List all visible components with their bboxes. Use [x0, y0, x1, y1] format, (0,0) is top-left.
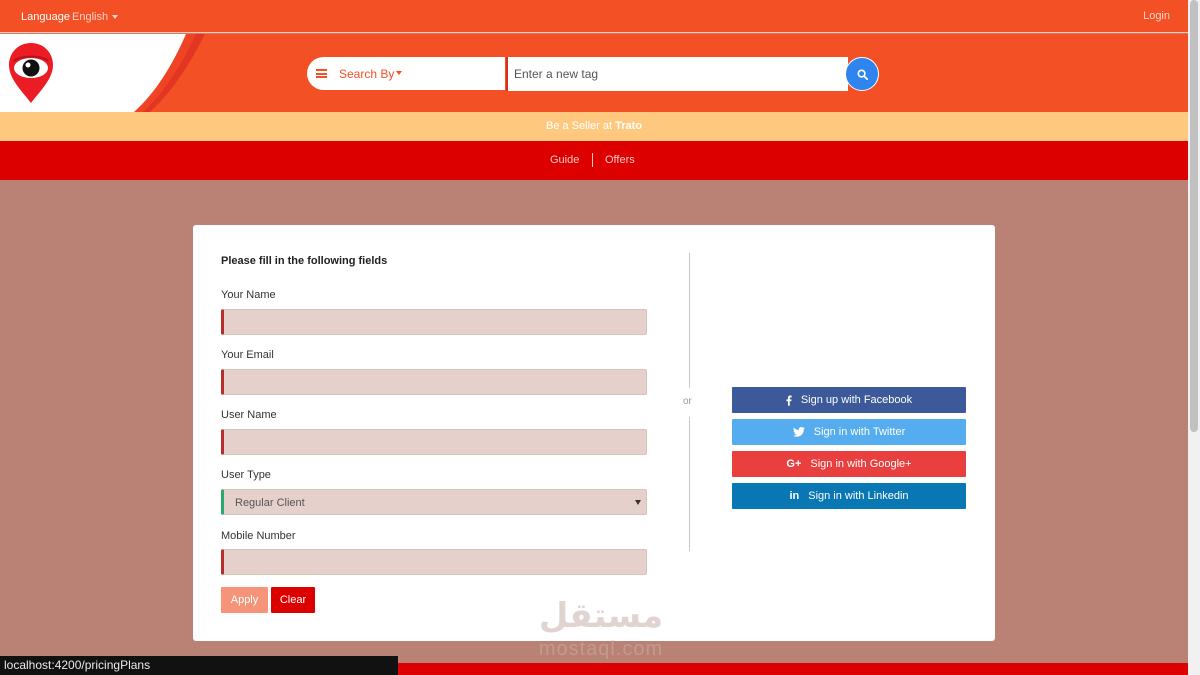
search-bar: Search By — [307, 57, 879, 91]
language-selector[interactable]: English — [72, 11, 119, 23]
be-a-seller-banner[interactable]: Be a Seller at Trato — [0, 112, 1188, 141]
your-name-field[interactable] — [221, 309, 647, 335]
scrollbar-thumb[interactable] — [1190, 0, 1198, 432]
browser-status-bar: localhost:4200/pricingPlans — [0, 656, 398, 675]
watermark: مستقل mostaql.com — [526, 596, 676, 660]
nav-divider — [592, 153, 593, 167]
nav-item-offers[interactable]: Offers — [605, 154, 635, 166]
user-type-label: User Type — [221, 469, 271, 481]
mobile-number-field[interactable] — [221, 549, 647, 575]
caret-down-icon — [635, 500, 641, 505]
your-name-label: Your Name — [221, 289, 276, 301]
main-nav: Guide Offers — [0, 141, 1188, 180]
facebook-icon — [786, 395, 792, 406]
nav-item-guide[interactable]: Guide — [550, 154, 579, 166]
google-signin-label: Sign in with Google+ — [810, 458, 912, 470]
signup-card: Please fill in the following fields Your… — [193, 225, 995, 641]
facebook-signup-label: Sign up with Facebook — [800, 394, 913, 406]
linkedin-icon: in — [789, 490, 800, 502]
google-plus-icon: G+ — [786, 458, 802, 470]
user-type-value: Regular Client — [235, 497, 305, 509]
user-name-label: User Name — [221, 409, 277, 421]
eye-pin-logo[interactable] — [8, 41, 54, 105]
tag-search-input[interactable] — [506, 57, 848, 91]
or-separator: or — [683, 396, 692, 407]
vertical-divider — [689, 253, 690, 388]
twitter-signin-button[interactable]: Sign in with Twitter — [732, 419, 966, 445]
apply-button[interactable]: Apply — [221, 587, 268, 613]
language-value: English — [72, 11, 109, 23]
linkedin-signin-label: Sign in with Linkedin — [808, 490, 909, 502]
language-label: Language — [21, 11, 70, 23]
top-bar: Language English Login — [0, 0, 1188, 33]
watermark-latin: mostaql.com — [538, 638, 664, 660]
search-icon — [856, 68, 868, 80]
twitter-icon — [792, 427, 805, 437]
watermark-arabic: مستقل — [538, 597, 664, 635]
search-by-label: Search By — [339, 67, 395, 81]
page-scrollbar[interactable] — [1188, 0, 1200, 675]
hamburger-icon — [316, 69, 327, 78]
twitter-signin-label: Sign in with Twitter — [813, 426, 906, 438]
user-name-field[interactable] — [221, 429, 647, 455]
seller-banner-brand: Trato — [615, 120, 642, 132]
facebook-signup-button[interactable]: Sign up with Facebook — [732, 387, 966, 413]
caret-down-icon — [396, 71, 402, 75]
google-signin-button[interactable]: G+ Sign in with Google+ — [732, 451, 966, 477]
user-type-select[interactable]: Regular Client — [221, 489, 647, 515]
your-email-label: Your Email — [221, 349, 274, 361]
search-button[interactable] — [845, 57, 879, 91]
seller-banner-text: Be a Seller at — [546, 120, 616, 132]
login-link[interactable]: Login — [1143, 10, 1170, 22]
your-email-field[interactable] — [221, 369, 647, 395]
search-by-dropdown[interactable]: Search By — [307, 57, 505, 90]
caret-down-icon — [112, 15, 119, 20]
vertical-divider — [689, 417, 690, 551]
linkedin-signin-button[interactable]: in Sign in with Linkedin — [732, 483, 966, 509]
form-title: Please fill in the following fields — [221, 255, 388, 267]
header: Search By — [0, 34, 1188, 112]
mobile-number-label: Mobile Number — [221, 530, 296, 542]
clear-button[interactable]: Clear — [271, 587, 315, 613]
